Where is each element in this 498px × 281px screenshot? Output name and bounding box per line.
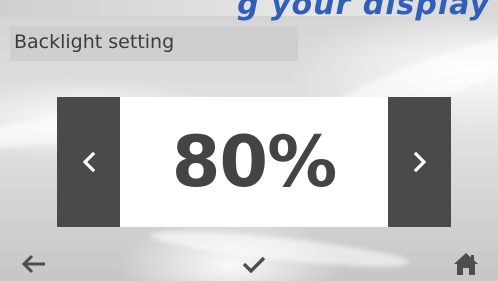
backlight-value: 80%	[171, 121, 338, 203]
decrease-button[interactable]	[57, 97, 120, 227]
bottom-navigation-bar	[0, 246, 498, 281]
home-button[interactable]	[446, 246, 486, 281]
checkmark-icon	[242, 256, 266, 273]
increase-button[interactable]	[388, 97, 451, 227]
chevron-left-icon	[82, 152, 95, 172]
back-button[interactable]	[14, 246, 54, 281]
value-panel: 80%	[120, 97, 388, 227]
screen-title-bar: Backlight setting	[10, 26, 298, 61]
home-icon	[454, 252, 478, 275]
screen-title: Backlight setting	[14, 31, 175, 53]
arrow-left-icon	[21, 254, 45, 273]
header-strip: g your display	[0, 0, 498, 22]
device-screen: g your display Backlight setting 80%	[0, 0, 498, 281]
confirm-button[interactable]	[234, 246, 274, 281]
page-header-title: g your display	[237, 0, 490, 22]
chevron-right-icon	[413, 152, 426, 172]
